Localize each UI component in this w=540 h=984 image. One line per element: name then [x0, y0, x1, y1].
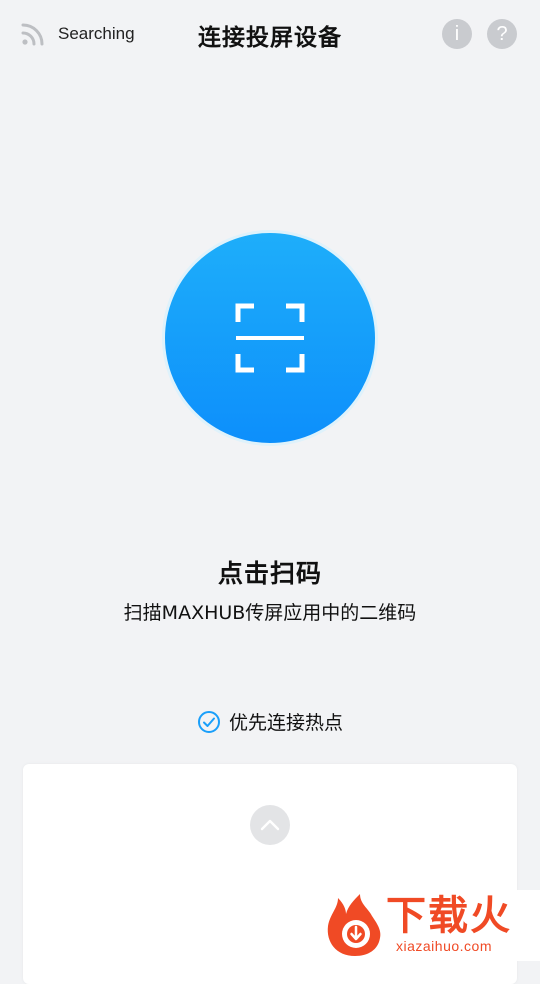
scan-button[interactable] [165, 233, 375, 443]
chevron-up-icon [260, 819, 280, 831]
watermark: 下载火 xiazaihuo.com [318, 890, 540, 961]
help-button[interactable]: ? [487, 19, 517, 49]
watermark-text: 下载火 [386, 893, 512, 939]
top-bar: Searching 连接投屏设备 i ? [0, 0, 540, 68]
watermark-url: xiazaihuo.com [396, 938, 492, 954]
scan-button-ring [162, 230, 378, 446]
scan-heading: 点击扫码 [217, 559, 322, 588]
flame-logo-icon [327, 894, 381, 956]
priority-hotspot-option[interactable]: 优先连接热点 [0, 708, 540, 735]
scan-subtitle: 扫描MAXHUB传屏应用中的二维码 [123, 602, 417, 624]
help-icon: ? [496, 22, 508, 45]
check-circle-icon[interactable] [197, 710, 221, 734]
info-button[interactable]: i [442, 19, 472, 49]
priority-hotspot-label: 优先连接热点 [228, 712, 343, 734]
qr-scan-icon [235, 303, 305, 373]
expand-button[interactable] [250, 805, 290, 845]
info-icon: i [454, 22, 460, 45]
